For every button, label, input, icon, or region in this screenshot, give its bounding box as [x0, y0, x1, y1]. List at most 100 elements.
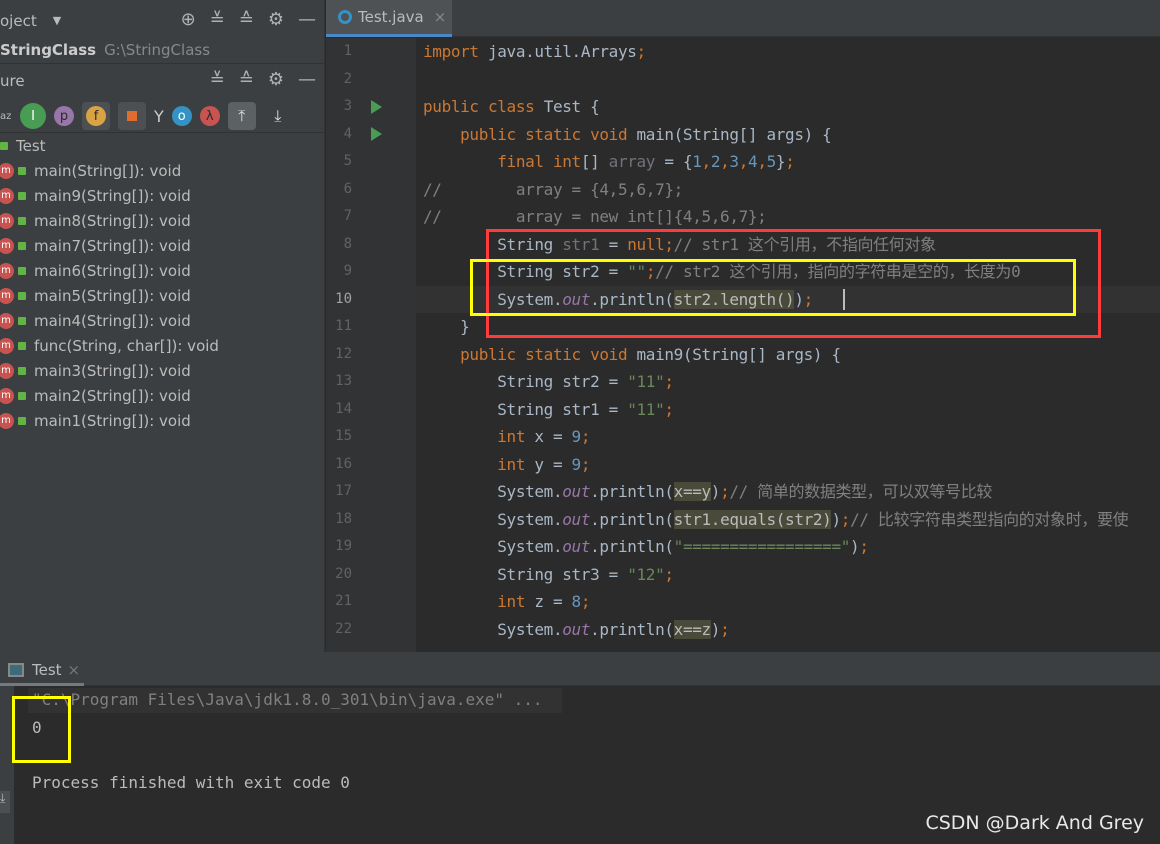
line-number: 16	[335, 455, 352, 472]
run-tab-test[interactable]: Test ×	[8, 658, 80, 682]
locate-icon[interactable]: ⊕	[181, 9, 196, 30]
tree-method-item[interactable]: m func(String, char[]): void	[0, 333, 219, 358]
expand-all-icon[interactable]: ≚	[210, 9, 225, 30]
code-token: )	[710, 482, 721, 501]
gear-icon[interactable]: ⚙	[268, 69, 284, 90]
hierarchy-icon[interactable]: Y	[154, 107, 164, 126]
method-signature: main2(String[]): void	[34, 386, 191, 405]
hide-icon[interactable]: —	[298, 9, 316, 30]
code-token: 9	[571, 454, 582, 474]
code-token: public static void	[460, 344, 637, 364]
code-token: public class	[423, 97, 544, 116]
code-token: 8	[571, 592, 582, 611]
code-line: System.out.println(x==y);// 简单的数据类型，可以双等…	[423, 478, 992, 506]
project-view-selector[interactable]: oject ▼	[0, 8, 61, 33]
code-token: y =	[534, 454, 572, 474]
tree-method-item[interactable]: m main3(String[]): void	[0, 358, 191, 383]
yellow-annotation-box	[12, 696, 71, 763]
collapse-all-icon[interactable]: ≙	[239, 69, 254, 90]
code-token: []	[580, 152, 609, 171]
show-properties-icon[interactable]: p	[54, 106, 74, 126]
code-line: }	[423, 313, 470, 341]
code-editor[interactable]: 1 import java.util.Arrays; 2 3 public class …	[326, 38, 1160, 652]
code-line: String str1 = "11";	[423, 396, 674, 424]
code-token: out	[562, 482, 591, 501]
code-token: System.	[423, 537, 563, 556]
line-number: 13	[335, 373, 352, 389]
line-number: 2	[343, 70, 352, 87]
tree-method-item[interactable]: m main9(String[]): void	[0, 183, 191, 208]
code-token: // 比较字符串类型指向的对象时，要使	[850, 509, 1129, 529]
code-token: x =	[534, 427, 572, 446]
line-number: 22	[335, 620, 352, 637]
method-signature: main6(String[]): void	[34, 261, 191, 280]
code-token: ,	[757, 152, 767, 171]
public-lock-icon	[18, 416, 26, 425]
scroll-to-end-icon[interactable]: ⤓	[0, 791, 10, 813]
code-line: public static void main(String[] args) {	[423, 121, 832, 149]
line-number: 21	[335, 593, 352, 609]
anonymous-class-icon[interactable]: o	[171, 106, 192, 126]
hide-icon[interactable]: —	[298, 69, 316, 90]
code-line: int z = 8;	[423, 588, 590, 616]
tree-method-item[interactable]: m main1(String[]): void	[0, 408, 191, 433]
code-line: import java.util.Arrays;	[423, 38, 646, 66]
chevron-down-icon[interactable]: ▼	[53, 14, 61, 27]
code-token: main9(String[] args) {	[636, 344, 842, 364]
show-fields-toggle[interactable]: f	[82, 102, 110, 130]
code-line: int x = 9;	[423, 423, 590, 451]
line-number: 4	[343, 125, 352, 142]
method-icon: m	[0, 412, 14, 429]
run-class-icon[interactable]	[371, 100, 382, 114]
tree-class-test[interactable]: Test	[0, 133, 46, 158]
method-icon: m	[0, 187, 14, 204]
expand-all-icon[interactable]: ≚	[210, 69, 225, 90]
show-non-public-toggle[interactable]	[118, 102, 146, 130]
tree-method-item[interactable]: m main4(String[]): void	[0, 308, 191, 333]
code-line: System.out.println(str1.equals(str2));//…	[423, 506, 1129, 534]
gear-icon[interactable]: ⚙	[268, 9, 284, 30]
line-number: 5	[343, 153, 352, 169]
autoscroll-to-source-icon[interactable]: ⤒	[227, 102, 256, 130]
line-number: 14	[335, 400, 352, 417]
tab-test-java[interactable]: Test.java ×	[326, 0, 452, 37]
project-root[interactable]: StringClass G:\StringClass	[0, 37, 210, 62]
java-class-icon	[338, 10, 352, 24]
tree-method-item[interactable]: m main5(String[]): void	[0, 283, 191, 308]
tree-method-item[interactable]: m main8(String[]): void	[0, 208, 191, 233]
line-number: 11	[335, 318, 352, 334]
code-token: )	[831, 509, 841, 529]
tree-method-item[interactable]: m main6(String[]): void	[0, 258, 191, 283]
method-signature: main4(String[]): void	[34, 311, 191, 330]
method-icon: m	[0, 212, 14, 229]
method-signature: main3(String[]): void	[34, 361, 191, 380]
line-number: 19	[335, 538, 352, 554]
run-main-icon[interactable]	[371, 127, 382, 141]
tree-method-item[interactable]: m main2(String[]): void	[0, 383, 191, 408]
lambda-icon[interactable]: λ	[199, 106, 220, 126]
line-number: 12	[335, 345, 352, 362]
close-icon[interactable]: ×	[434, 8, 447, 26]
public-lock-icon	[18, 166, 26, 175]
line-number: 18	[335, 510, 352, 527]
tree-method-item[interactable]: m main(String[]): void	[0, 158, 181, 183]
code-token: 5	[766, 152, 777, 171]
show-inherited-icon[interactable]: I	[20, 103, 46, 129]
code-token: ,	[738, 152, 749, 171]
code-token: 9	[571, 427, 582, 446]
code-token: int	[497, 427, 535, 446]
close-icon[interactable]: ×	[68, 661, 81, 679]
code-token: ;	[720, 482, 730, 501]
line-number: 1	[343, 43, 352, 59]
sort-alpha-icon[interactable]: az	[0, 111, 12, 122]
code-token: int	[497, 592, 535, 611]
code-token: ;	[859, 537, 869, 556]
tree-method-item[interactable]: m main7(String[]): void	[0, 233, 191, 258]
method-signature: main8(String[]): void	[34, 211, 191, 230]
autoscroll-from-source-icon[interactable]: ⤓	[264, 102, 292, 130]
code-token: .println(	[590, 537, 674, 556]
code-token: ;	[636, 42, 647, 61]
collapse-all-icon[interactable]: ≙	[239, 9, 254, 30]
code-token: "================="	[673, 537, 851, 556]
